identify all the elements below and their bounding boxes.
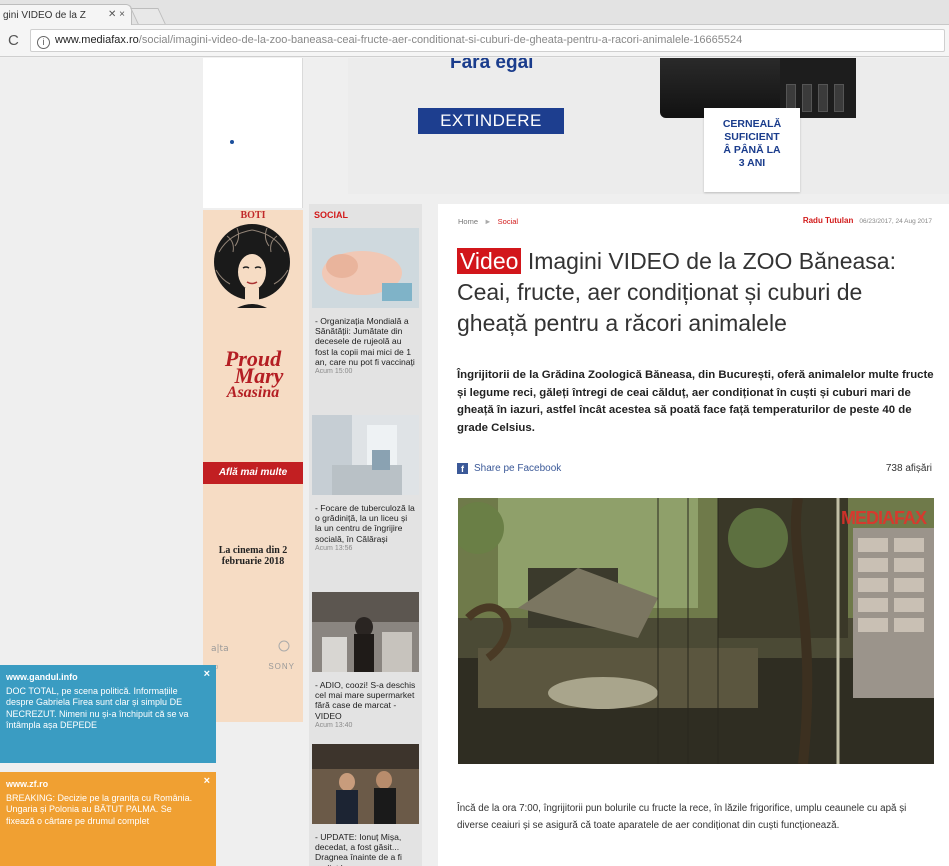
breadcrumb-home[interactable]: Home — [458, 217, 478, 226]
publish-date: 06/23/2017, 24 Aug 2017 — [859, 218, 932, 225]
news-thumbnail — [312, 228, 419, 308]
view-count: 738 afișări — [885, 463, 932, 474]
social-news-item[interactable]: - Organizația Mondială a Sănătății: Jumă… — [312, 228, 419, 376]
browser-tab-bar: gini VIDEO de la Z ✕ × — [0, 0, 949, 26]
notification-text: DOC TOTAL, pe scena politică. Informații… — [6, 685, 189, 731]
notification-text: BREAKING: Decizie pe la granița cu Român… — [6, 792, 193, 826]
new-tab-button[interactable] — [130, 8, 166, 24]
svg-text:a|ta: a|ta — [211, 644, 229, 653]
news-title[interactable]: - Focare de tuberculoză la o grădiniță, … — [312, 503, 419, 544]
social-news-item[interactable]: - Focare de tuberculoză la o grădiniță, … — [312, 415, 419, 553]
social-heading: SOCIAL — [314, 210, 349, 220]
article-lead: Îngrijitorii de la Grădina Zoologică Băn… — [457, 369, 934, 434]
article-body: Încă de la ora 7:00, îngrijitorii pun bo… — [457, 803, 907, 831]
social-news-item[interactable]: - UPDATE: Ionuț Mișa, decedat, a fost gă… — [312, 744, 419, 866]
news-thumbnail — [312, 592, 419, 672]
page-viewport: Fără egal EXTINDERE CERNEALĂ SUFICIENT Â… — [0, 58, 949, 866]
banner-headline: Fără egal — [450, 58, 534, 73]
info-icon[interactable]: i — [37, 36, 50, 49]
news-thumbnail — [312, 744, 419, 824]
news-title[interactable]: - ADIO, coozi! S-a deschis cel mai mare … — [312, 680, 419, 721]
portrait-illustration — [214, 224, 290, 308]
breadcrumb-separator-icon: ► — [484, 217, 492, 226]
printer-paper: CERNEALĂ SUFICIENT Â PÂNĂ LA 3 ANI — [704, 108, 800, 192]
sponsor-sony-logo: sony — [268, 662, 295, 671]
notification-card[interactable]: × www.zf.ro BREAKING: Decizie pe la gran… — [0, 772, 216, 866]
skyscraper-ad[interactable]: BOTI Proud Mary Asasina Află mai multe L… — [203, 210, 303, 722]
article-headline: Video Imagini VIDEO de la ZOO Băneasa: C… — [457, 246, 937, 339]
news-time: Acum 15:00 — [315, 368, 353, 376]
ad-cinema-text: La cinema din 2 februarie 2018 — [218, 545, 288, 567]
paper-line: 3 ANI — [738, 157, 766, 169]
breadcrumb-section[interactable]: Social — [498, 217, 518, 226]
zoo-enclosure-image — [458, 498, 934, 764]
paper-line: CERNEALĂ — [722, 118, 782, 130]
news-time: Acum 13:40 — [315, 721, 353, 729]
notification-card[interactable]: × www.gandul.info DOC TOTAL, pe scena po… — [0, 665, 216, 763]
paper-line: SUFICIENT — [724, 131, 780, 143]
news-title[interactable]: - Organizația Mondială a Sănătății: Jumă… — [312, 316, 419, 367]
ad-skin-left — [203, 58, 303, 208]
url-host: www.mediafax.ro — [55, 34, 139, 46]
reload-icon[interactable]: C — [8, 32, 19, 49]
share-label[interactable]: Share pe Facebook — [474, 463, 561, 474]
tab-title: gini VIDEO de la Z — [3, 10, 86, 21]
url-path: /social/imagini-video-de-la-zoo-baneasa-… — [138, 34, 743, 46]
paper-line: Â PÂNĂ LA — [723, 144, 781, 156]
ad-sponsor-logos: a|ta ▭ sony — [211, 640, 295, 671]
breadcrumb: Home ► Social — [458, 217, 518, 226]
browser-tab[interactable]: gini VIDEO de la Z ✕ × — [0, 4, 132, 26]
ad-subtitle: Asasina — [226, 384, 280, 401]
mediafax-watermark: MEDIAFAX — [840, 508, 927, 528]
article: Home ► Social Radu Tutulan 06/23/2017, 24… — [438, 204, 949, 866]
close-icon[interactable]: × — [204, 775, 210, 788]
ad-title-line: Mary — [234, 363, 284, 388]
social-news-item[interactable]: - ADIO, coozi! S-a deschis cel mai mare … — [312, 592, 419, 730]
tab-close-icon[interactable]: ✕ × — [108, 9, 125, 20]
address-bar[interactable]: i www.mediafax.ro/social/imagini-video-de… — [30, 29, 945, 52]
top-banner-ad[interactable]: Fără egal EXTINDERE CERNEALĂ SUFICIENT Â… — [348, 58, 949, 194]
learn-more-button[interactable]: Află mai multe — [203, 462, 303, 484]
share-facebook[interactable]: f Share pe Facebook — [457, 463, 561, 474]
browser-toolbar: C i www.mediafax.ro/social/imagini-video-… — [0, 25, 949, 57]
news-time: Acum 13:56 — [315, 544, 353, 552]
notification-site: www.gandul.info — [6, 672, 78, 682]
video-badge: Video — [457, 248, 522, 274]
extindere-button[interactable]: EXTINDERE — [418, 108, 564, 134]
news-thumbnail — [312, 415, 419, 495]
ad-title: Proud Mary Asasina — [203, 348, 303, 402]
sponsor-logo-icon: a|ta — [211, 644, 229, 653]
close-icon[interactable]: × — [204, 668, 210, 681]
article-photo[interactable]: MEDIAFAX — [458, 498, 934, 764]
news-title[interactable]: - UPDATE: Ionuț Mișa, decedat, a fost gă… — [312, 832, 419, 866]
ad-dot — [230, 140, 234, 144]
author-line: Radu Tutulan 06/23/2017, 24 Aug 2017 — [803, 216, 932, 225]
sponsor-emblem-icon — [278, 640, 290, 652]
ad-top-label: BOTI — [240, 210, 266, 221]
notification-site: www.zf.ro — [6, 779, 49, 789]
article-title: Imagini VIDEO de la ZOO Băneasa: Ceai, f… — [457, 248, 896, 336]
author-name[interactable]: Radu Tutulan — [803, 216, 854, 225]
facebook-icon[interactable]: f — [457, 463, 468, 474]
social-sidebar: SOCIAL - Organizația Mondială a Sănătăți… — [309, 204, 422, 866]
